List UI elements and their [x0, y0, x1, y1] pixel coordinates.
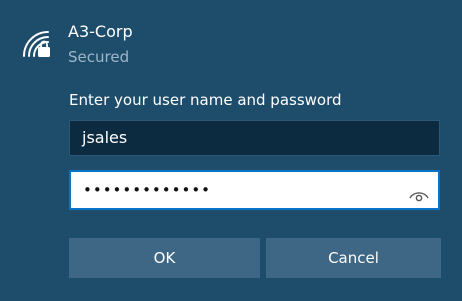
wifi-login-panel: A3-Corp Secured Enter your user name and…: [0, 0, 462, 301]
credentials-prompt: Enter your user name and password: [69, 91, 342, 109]
wifi-secured-icon: [20, 28, 54, 62]
network-status: Secured: [68, 48, 130, 66]
network-name: A3-Corp: [68, 22, 133, 41]
username-input[interactable]: jsales: [69, 120, 440, 156]
username-value: jsales: [82, 128, 128, 147]
password-input[interactable]: •••••••••••••: [69, 170, 440, 210]
cancel-button[interactable]: Cancel: [266, 238, 441, 278]
ok-button[interactable]: OK: [69, 238, 260, 278]
show-password-eye-icon[interactable]: [408, 181, 430, 202]
password-masked-value: •••••••••••••: [83, 181, 212, 199]
